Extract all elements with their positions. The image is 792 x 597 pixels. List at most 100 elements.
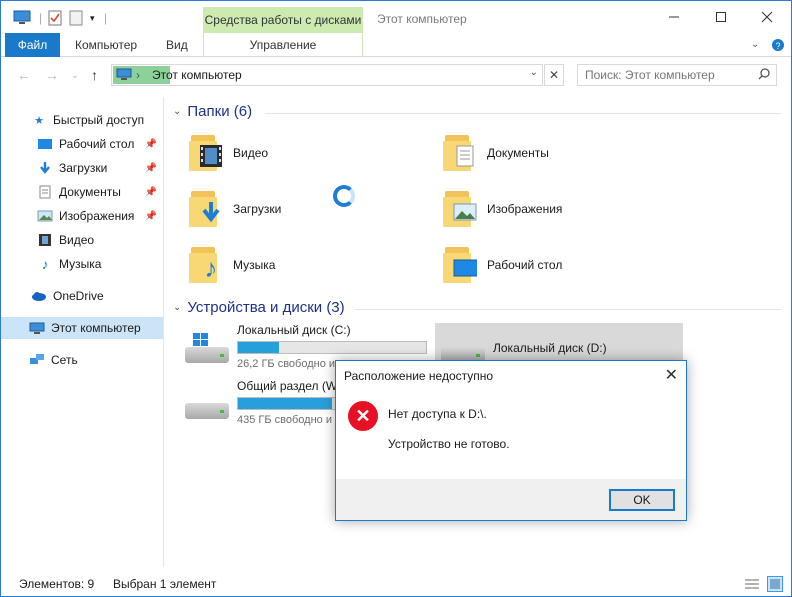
- title-bar: | ▾ | Средства работы с дисками Этот ком…: [1, 1, 791, 33]
- tab-file[interactable]: Файл: [5, 33, 60, 57]
- contextual-tab-disk-tools: Средства работы с дисками: [203, 7, 363, 33]
- folder-video-icon: [189, 133, 225, 173]
- tab-view[interactable]: Вид: [166, 33, 188, 57]
- address-bar[interactable]: › Этот компьютер ⌄: [111, 64, 543, 86]
- window-title: Этот компьютер: [377, 12, 467, 26]
- error-icon: ✕: [348, 401, 378, 431]
- nav-documents[interactable]: Документы 📌: [1, 181, 163, 203]
- download-arrow-icon: [37, 161, 53, 175]
- group-divider: [355, 309, 781, 310]
- details-view-icon[interactable]: [745, 578, 759, 593]
- help-icon[interactable]: ?: [771, 33, 785, 57]
- group-title: Папки (6): [187, 103, 253, 120]
- properties-icon[interactable]: [48, 9, 62, 27]
- folder-pictures[interactable]: Изображения: [443, 185, 683, 233]
- windows-drive-icon: [185, 333, 229, 367]
- folder-label: Видео: [233, 146, 269, 160]
- pin-icon[interactable]: 📌: [145, 187, 157, 198]
- ribbon-tabs: Файл Компьютер Вид Управление ⌄ ?: [1, 33, 791, 57]
- search-input[interactable]: [578, 65, 748, 85]
- maximize-button[interactable]: [698, 1, 744, 33]
- ribbon-expand-icon[interactable]: ⌄: [751, 33, 759, 57]
- nav-videos[interactable]: Видео: [1, 229, 163, 251]
- folder-desktop[interactable]: Рабочий стол: [443, 241, 683, 289]
- nav-label: Изображения: [59, 209, 135, 223]
- folder-music[interactable]: ♪ Музыка: [189, 241, 429, 289]
- loading-spinner-icon: [333, 185, 355, 207]
- nav-label: Этот компьютер: [51, 321, 141, 335]
- breadcrumb-chevron-icon[interactable]: ›: [136, 68, 140, 82]
- nav-label: Видео: [59, 233, 95, 247]
- item-count: Элементов: 9: [19, 577, 95, 591]
- minimize-button[interactable]: [651, 1, 697, 33]
- address-path[interactable]: Этот компьютер: [152, 68, 242, 82]
- pin-icon[interactable]: 📌: [145, 163, 157, 174]
- close-button[interactable]: [744, 1, 790, 33]
- dialog-detail: Устройство не готово.: [388, 437, 510, 451]
- nav-pictures[interactable]: Изображения 📌: [1, 205, 163, 227]
- navigation-pane: ★ Быстрый доступ Рабочий стол 📌 Загрузки…: [1, 97, 164, 567]
- folder-downloads[interactable]: Загрузки: [189, 185, 429, 233]
- cloud-icon: [31, 289, 47, 303]
- status-bar: Элементов: 9 Выбран 1 элемент: [1, 573, 791, 597]
- nav-label: Загрузки: [59, 161, 108, 175]
- clear-address-button[interactable]: ✕: [544, 64, 564, 86]
- nav-desktop[interactable]: Рабочий стол 📌: [1, 133, 163, 155]
- group-header-drives[interactable]: ⌄ Устройства и диски (3): [173, 299, 345, 316]
- customize-toolbar-icon[interactable]: ▾: [90, 9, 95, 27]
- back-button[interactable]: ←: [17, 67, 31, 83]
- dialog-message: Нет доступа к D:\.: [388, 407, 487, 421]
- folder-music-icon: ♪: [189, 245, 225, 285]
- group-header-folders[interactable]: ⌄ Папки (6): [173, 103, 252, 120]
- nav-label: Быстрый доступ: [53, 113, 145, 127]
- explorer-window: | ▾ | Средства работы с дисками Этот ком…: [0, 0, 792, 597]
- nav-this-pc[interactable]: Этот компьютер: [1, 317, 163, 339]
- folder-label: Музыка: [233, 258, 276, 272]
- search-icon[interactable]: [758, 68, 770, 83]
- ok-button[interactable]: OK: [609, 489, 675, 511]
- folder-label: Загрузки: [233, 202, 282, 216]
- drive-usage-bar: [237, 341, 427, 354]
- svg-text:?: ?: [775, 41, 780, 51]
- folder-label: Рабочий стол: [487, 258, 563, 272]
- computer-icon[interactable]: [13, 9, 31, 27]
- folder-download-icon: [189, 189, 225, 229]
- film-icon: [37, 233, 53, 247]
- large-icons-view-icon[interactable]: [767, 576, 783, 592]
- folder-videos[interactable]: Видео: [189, 129, 429, 177]
- search-box[interactable]: [577, 64, 777, 86]
- folder-picture-icon: [443, 189, 479, 229]
- folder-label: Изображения: [487, 202, 563, 216]
- group-divider: [265, 113, 781, 114]
- nav-onedrive[interactable]: OneDrive: [1, 285, 163, 307]
- forward-button[interactable]: →: [45, 67, 59, 83]
- new-folder-icon[interactable]: [69, 9, 83, 27]
- folder-documents[interactable]: Документы: [443, 129, 683, 177]
- recent-locations-icon[interactable]: ⌄: [71, 70, 79, 81]
- pin-icon[interactable]: 📌: [145, 211, 157, 222]
- nav-network[interactable]: Сеть: [1, 349, 163, 371]
- dialog-close-button[interactable]: ✕: [665, 365, 678, 385]
- desktop-icon: [37, 137, 53, 151]
- dialog-footer: OK: [336, 479, 686, 520]
- nav-quick-access[interactable]: ★ Быстрый доступ: [1, 109, 163, 131]
- group-title: Устройства и диски (3): [187, 299, 345, 316]
- nav-label: Рабочий стол: [59, 137, 135, 151]
- music-note-icon: ♪: [41, 256, 49, 272]
- folder-desktop-icon: [443, 245, 479, 285]
- address-row: ← → ⌄ ↑ › Этот компьютер ⌄ ✕: [1, 58, 791, 92]
- address-dropdown-icon[interactable]: ⌄: [530, 67, 538, 78]
- chevron-down-icon[interactable]: ⌄: [173, 302, 181, 313]
- nav-music[interactable]: ♪ Музыка: [1, 253, 163, 275]
- pin-icon[interactable]: 📌: [145, 139, 157, 150]
- selection-count: Выбран 1 элемент: [113, 577, 217, 591]
- tab-manage[interactable]: Управление: [203, 33, 363, 57]
- picture-icon: [37, 209, 53, 223]
- nav-downloads[interactable]: Загрузки 📌: [1, 157, 163, 179]
- address-computer-icon: [116, 68, 132, 84]
- up-button[interactable]: ↑: [91, 67, 98, 83]
- tab-computer[interactable]: Компьютер: [75, 33, 137, 57]
- computer-icon: [29, 321, 45, 335]
- chevron-down-icon[interactable]: ⌄: [173, 106, 181, 117]
- nav-label: Документы: [59, 185, 121, 199]
